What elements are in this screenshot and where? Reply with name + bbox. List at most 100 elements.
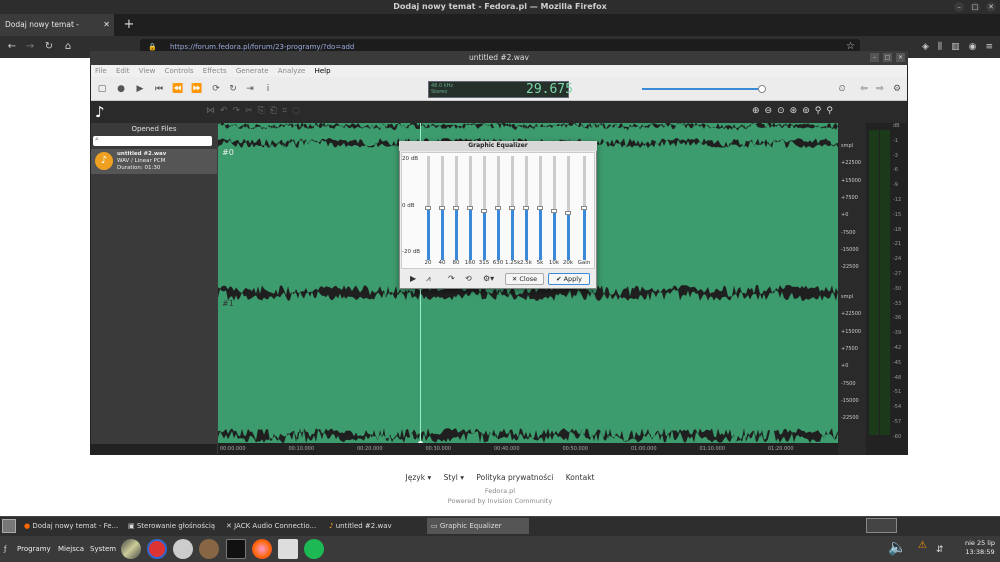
language-link[interactable]: Język ▾ (406, 473, 432, 482)
copy-icon[interactable]: ⎘ (258, 106, 270, 116)
volume-slider[interactable] (642, 88, 762, 90)
eq-band-knob[interactable] (467, 206, 473, 210)
play-icon[interactable]: ▶ (134, 83, 146, 95)
history-icon[interactable]: ⏲ (836, 83, 848, 95)
terminal-icon[interactable] (226, 539, 246, 559)
silence-icon[interactable]: ◌ (292, 106, 305, 116)
new-tab-button[interactable]: + (122, 14, 136, 36)
preset-gear-icon[interactable]: ⚙▾ (483, 274, 494, 284)
repeat-icon[interactable]: ↻ (227, 83, 239, 95)
loop-icon[interactable]: ⟳ (210, 83, 222, 95)
undo-icon[interactable]: ↶ (220, 106, 233, 116)
info-icon[interactable]: i (262, 83, 274, 95)
waveform-icon[interactable]: ⩘ (426, 274, 431, 284)
browser-tab[interactable]: Dodaj nowy temat - Fedora.pl✕ (0, 14, 114, 51)
task-volume[interactable]: ▣ Sterowanie głośnością (124, 518, 219, 534)
task-equalizer[interactable]: ▭ Graphic Equalizer (427, 518, 529, 534)
reload-icon[interactable]: ↻ (41, 36, 57, 58)
show-desktop-icon[interactable] (2, 519, 16, 533)
follow-cursor-icon[interactable]: ⇥ (244, 83, 256, 95)
zoom-fit-icon[interactable]: ⊙ (777, 106, 790, 116)
menu-analyze[interactable]: Analyze (278, 67, 306, 75)
tray-app-icon[interactable]: ⚠ (918, 540, 927, 551)
clock[interactable]: nie 25 lip 13:38:59 (960, 539, 1000, 557)
eq-band-knob[interactable] (509, 206, 515, 210)
eq-band-knob[interactable] (523, 206, 529, 210)
footer-powered[interactable]: Powered by Invision Community (0, 497, 1000, 505)
sidebar-icon[interactable]: ▥ (951, 36, 960, 58)
pulse-app-icon[interactable] (199, 539, 219, 559)
privacy-link[interactable]: Polityka prywatności (476, 473, 553, 482)
eq-band-knob[interactable] (495, 206, 501, 210)
contact-link[interactable]: Kontakt (566, 473, 595, 482)
redo-icon[interactable]: ↷ (233, 106, 246, 116)
stop-square-icon[interactable]: ▢ (96, 83, 108, 95)
menu-controls[interactable]: Controls (165, 67, 194, 75)
zoom-full-icon[interactable]: ⊚ (802, 106, 815, 116)
vzoom-in-icon[interactable]: ⚲ (815, 106, 827, 116)
eq-band-knob[interactable] (453, 206, 459, 210)
file-search-input[interactable]: ⌕ (93, 135, 212, 146)
audio-app-icon[interactable] (147, 539, 167, 559)
record-icon[interactable]: ● (115, 83, 127, 95)
close-button[interactable]: ✕ Close (505, 273, 544, 285)
fast-forward-icon[interactable]: ⏩ (191, 83, 203, 95)
paste-icon[interactable]: ⎗ (270, 106, 282, 116)
menu-generate[interactable]: Generate (236, 67, 269, 75)
eq-band-knob[interactable] (551, 208, 557, 213)
undo-nav-icon[interactable]: ⇦ (858, 83, 870, 95)
redo-nav-icon[interactable]: ⇨ (874, 83, 886, 95)
fedora-logo-icon[interactable]: ƒ (4, 536, 6, 562)
zoom-out-icon[interactable]: ⊖ (765, 106, 778, 116)
menu-icon[interactable]: ≡ (985, 36, 993, 58)
file-manager-icon[interactable] (278, 539, 298, 559)
eq-band-knob[interactable] (481, 208, 487, 213)
loop-preview-icon[interactable]: ⟲ (465, 274, 472, 284)
style-link[interactable]: Styl ▾ (444, 473, 464, 482)
zoom-in-icon[interactable]: ⊕ (752, 106, 765, 116)
tab-close-icon[interactable]: ✕ (103, 14, 110, 36)
minimize-icon[interactable]: – (954, 2, 964, 12)
eq-band-knob[interactable] (581, 206, 587, 210)
task-firefox[interactable]: ● Dodaj nowy temat - Fe... (20, 518, 124, 534)
vzoom-out-icon[interactable]: ⚲ (826, 106, 838, 116)
task-editor[interactable]: ♪ untitled #2.wav (325, 518, 425, 534)
skip-start-icon[interactable]: ⏮ (153, 83, 165, 95)
menu-system[interactable]: System (90, 536, 116, 562)
editor-close-icon[interactable]: ✕ (896, 53, 905, 62)
preview-play-icon[interactable]: ▶ (410, 274, 416, 284)
firefox-launcher-icon[interactable] (252, 539, 272, 559)
account-icon[interactable]: ◉ (969, 36, 977, 58)
library-icon[interactable]: ⫼ (938, 36, 942, 58)
settings-icon[interactable]: ⚙ (891, 83, 903, 95)
menu-applications[interactable]: Programy (17, 536, 51, 562)
close-icon[interactable]: ✕ (986, 2, 996, 12)
menu-edit[interactable]: Edit (116, 67, 130, 75)
cut-icon[interactable]: ✂ (245, 106, 258, 116)
menu-places[interactable]: Miejsca (58, 536, 84, 562)
rewind-icon[interactable]: ⏪ (172, 83, 184, 95)
bypass-icon[interactable]: ↷ (448, 274, 455, 284)
forward-icon[interactable]: → (22, 36, 38, 58)
eq-band-knob[interactable] (565, 211, 571, 216)
zoom-selection-icon[interactable]: ⊛ (790, 106, 803, 116)
menu-effects[interactable]: Effects (203, 67, 227, 75)
editor-minimize-icon[interactable]: – (870, 53, 879, 62)
apply-button[interactable]: ✔ Apply (548, 273, 590, 285)
eq-band-knob[interactable] (537, 206, 543, 210)
workspace-switcher[interactable] (866, 518, 897, 533)
menu-file[interactable]: File (95, 67, 107, 75)
home-icon[interactable]: ⌂ (60, 36, 76, 58)
menu-view[interactable]: View (139, 67, 156, 75)
volume-tray-icon[interactable]: 🔈 (888, 538, 907, 556)
network-icon[interactable]: ⇵ (936, 545, 944, 555)
maximize-icon[interactable]: □ (970, 2, 980, 12)
volume-slider-knob[interactable] (758, 85, 766, 93)
tools-launcher-icon[interactable] (121, 539, 141, 559)
trim-icon[interactable]: ⋈ (206, 106, 220, 116)
eq-band-knob[interactable] (425, 206, 431, 210)
spotify-icon[interactable] (304, 539, 324, 559)
eq-band-knob[interactable] (439, 206, 445, 210)
menu-help[interactable]: Help (315, 67, 331, 75)
pocket-icon[interactable]: ◈ (922, 36, 929, 58)
